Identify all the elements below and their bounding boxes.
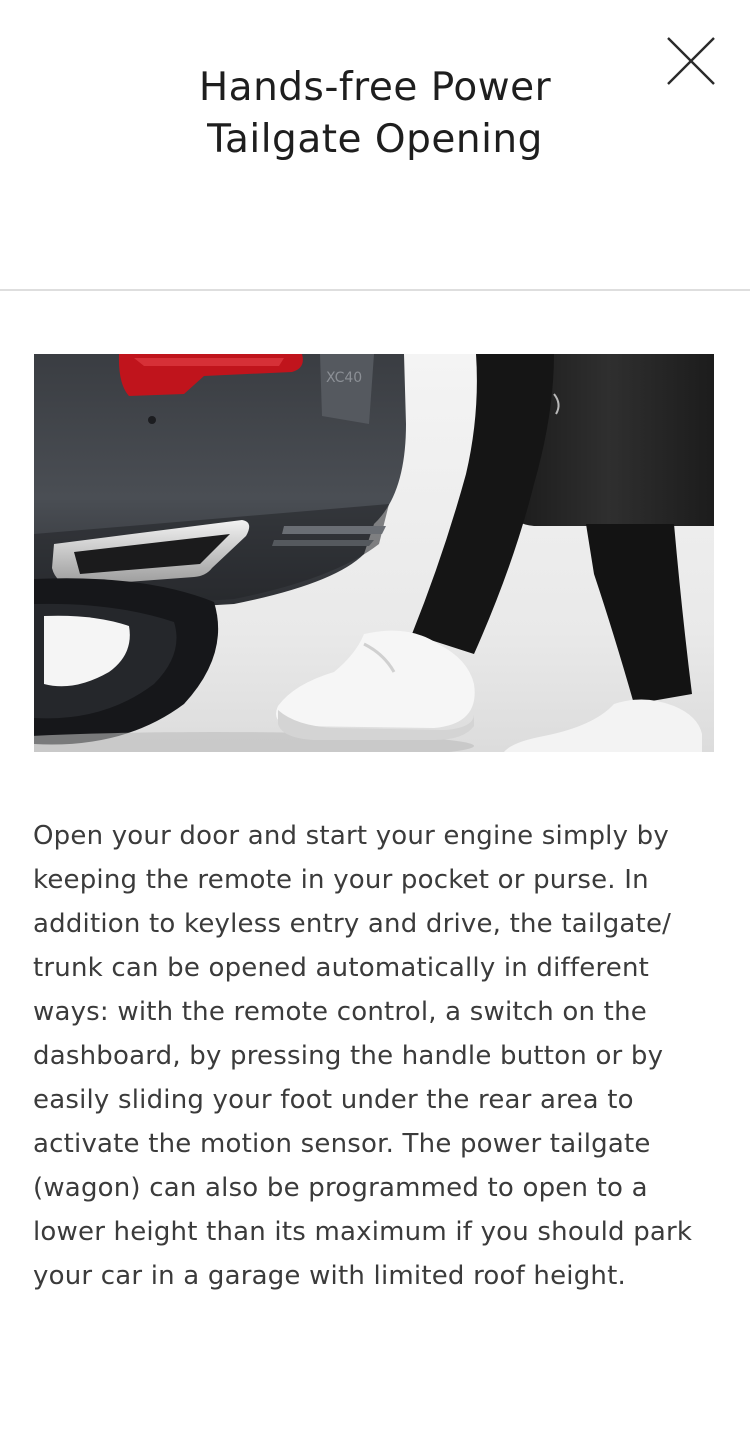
modal-header: Hands-free Power Tailgate Opening	[0, 0, 750, 291]
svg-text:XC40: XC40	[326, 370, 362, 386]
modal-title-line-2: Tailgate Opening	[207, 117, 543, 162]
close-icon	[667, 37, 715, 85]
hero-image: XC40	[34, 354, 714, 752]
close-button[interactable]	[660, 30, 722, 92]
modal-title: Hands-free Power Tailgate Opening	[125, 62, 625, 166]
modal-title-line-1: Hands-free Power	[198, 65, 552, 110]
modal-description: Open your door and start your engine sim…	[33, 821, 693, 1291]
